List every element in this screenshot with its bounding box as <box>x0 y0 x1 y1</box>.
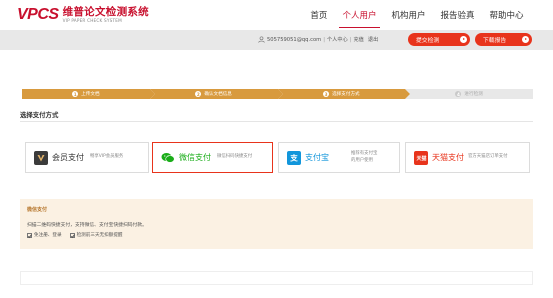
payment-desc: 推荐有支付宝 的用户使用 <box>351 151 377 163</box>
step-upload: 1 上传文档 <box>22 89 155 99</box>
recharge-link[interactable]: 充值 <box>353 36 363 43</box>
step-select-payment: 3 选择支付方式 <box>277 89 410 99</box>
payment-name: 支付宝 <box>305 153 329 162</box>
step-number: 3 <box>323 91 330 97</box>
payment-desc: 畅享VIP会员服务 <box>90 154 124 160</box>
step-confirm-info: 2 确认文档信息 <box>149 89 283 99</box>
nav-report-verify[interactable]: 报告验真 <box>433 9 482 28</box>
payment-desc-line2: 的用户使用 <box>351 157 373 163</box>
feature-item: 检测前三天无扣额提醒 <box>69 232 123 238</box>
divider: | <box>349 36 352 43</box>
user-toolbar: 505759051@qq.com | 个人中心 | 充值 退出 提交检测 下载报… <box>0 30 553 50</box>
arrow-right-icon <box>522 36 529 43</box>
step-label: 上传文档 <box>81 92 100 97</box>
wechat-icon <box>161 151 175 165</box>
download-report-button[interactable]: 下载报告 <box>475 33 532 46</box>
payment-option-vip[interactable]: 会员支付 畅享VIP会员服务 <box>25 142 149 173</box>
nav-help-center[interactable]: 帮助中心 <box>482 9 531 28</box>
step-label: 选择支付方式 <box>332 92 360 97</box>
top-header: VPCS 维普论文检测系统 VIP PAPER CHECK SYSTEM 首页 … <box>0 0 553 30</box>
progress-steps: 1 上传文档 2 确认文档信息 3 选择支付方式 4 进行检测 <box>22 89 533 99</box>
step-label: 确认文档信息 <box>204 92 232 97</box>
info-text: 扫描二维码快捷支付，支持微信、支付宝快捷扫码付款。 <box>27 223 147 228</box>
step-number: 2 <box>195 91 202 97</box>
vip-icon <box>34 150 48 165</box>
personal-center-link[interactable]: 个人中心 <box>327 36 348 43</box>
step-label: 进行检测 <box>464 92 483 97</box>
submit-check-button[interactable]: 提交检测 <box>408 33 470 46</box>
payment-desc-line1: 推荐有支付宝 <box>351 151 378 157</box>
step-number: 1 <box>72 91 79 97</box>
divider: | <box>323 36 325 43</box>
arrow-right-icon <box>460 36 467 43</box>
tmall-icon: 天猫 <box>414 150 428 165</box>
svg-text:支: 支 <box>289 153 298 163</box>
payment-panel <box>20 271 533 285</box>
step-number: 4 <box>455 91 462 97</box>
site-logo[interactable]: VPCS 维普论文检测系统 VIP PAPER CHECK SYSTEM <box>17 5 149 25</box>
svg-text:天猫: 天猫 <box>416 155 426 162</box>
payment-option-alipay[interactable]: 支 支付宝 推荐有支付宝 的用户使用 <box>278 142 400 173</box>
logo-text: 维普论文检测系统 VIP PAPER CHECK SYSTEM <box>63 7 149 23</box>
payment-info-box: 微信支付 扫描二维码快捷支付，支持微信、支付宝快捷扫码付款。 免注册、登录 检测… <box>20 199 533 249</box>
feature-item: 免注册、登录 <box>27 232 62 238</box>
user-area: 505759051@qq.com | 个人中心 | 充值 退出 <box>258 36 378 43</box>
alipay-icon: 支 <box>287 150 301 165</box>
step-run-check: 4 进行检测 <box>405 89 533 99</box>
download-report-label: 下载报告 <box>483 38 507 44</box>
logo-title: 维普论文检测系统 <box>62 6 149 19</box>
feature-label: 免注册、登录 <box>34 233 62 238</box>
user-icon <box>258 36 265 43</box>
user-email[interactable]: 505759051@qq.com <box>267 37 321 43</box>
checkbox-icon <box>27 232 32 238</box>
payment-option-tmall[interactable]: 天猫 天猫支付 官方天猫店订单支付 <box>405 142 530 173</box>
main-nav: 首页 个人用户 机构用户 报告验真 帮助中心 <box>303 9 531 28</box>
payment-name: 会员支付 <box>52 153 84 162</box>
feature-label: 检测前三天无扣额提醒 <box>76 233 123 238</box>
payment-name: 天猫支付 <box>432 153 464 162</box>
nav-personal-user[interactable]: 个人用户 <box>335 9 384 28</box>
checkbox-icon <box>69 232 75 238</box>
submit-check-label: 提交检测 <box>416 38 440 44</box>
logo-mark: VPCS <box>17 6 59 23</box>
info-features: 免注册、登录 检测前三天无扣额提醒 <box>27 232 123 238</box>
payment-desc: 官方天猫店订单支付 <box>468 154 508 160</box>
payment-desc: 微信扫码快捷支付 <box>217 154 253 160</box>
nav-home[interactable]: 首页 <box>303 9 335 28</box>
section-divider <box>20 121 533 122</box>
info-title: 微信支付 <box>27 207 48 213</box>
payment-name: 微信支付 <box>179 153 211 162</box>
logout-link[interactable]: 退出 <box>368 36 378 43</box>
payment-option-wechat[interactable]: 微信支付 微信扫码快捷支付 <box>152 142 273 173</box>
section-title: 选择支付方式 <box>20 111 59 119</box>
logo-subtitle: VIP PAPER CHECK SYSTEM <box>62 17 122 23</box>
nav-institution-user[interactable]: 机构用户 <box>384 9 433 28</box>
